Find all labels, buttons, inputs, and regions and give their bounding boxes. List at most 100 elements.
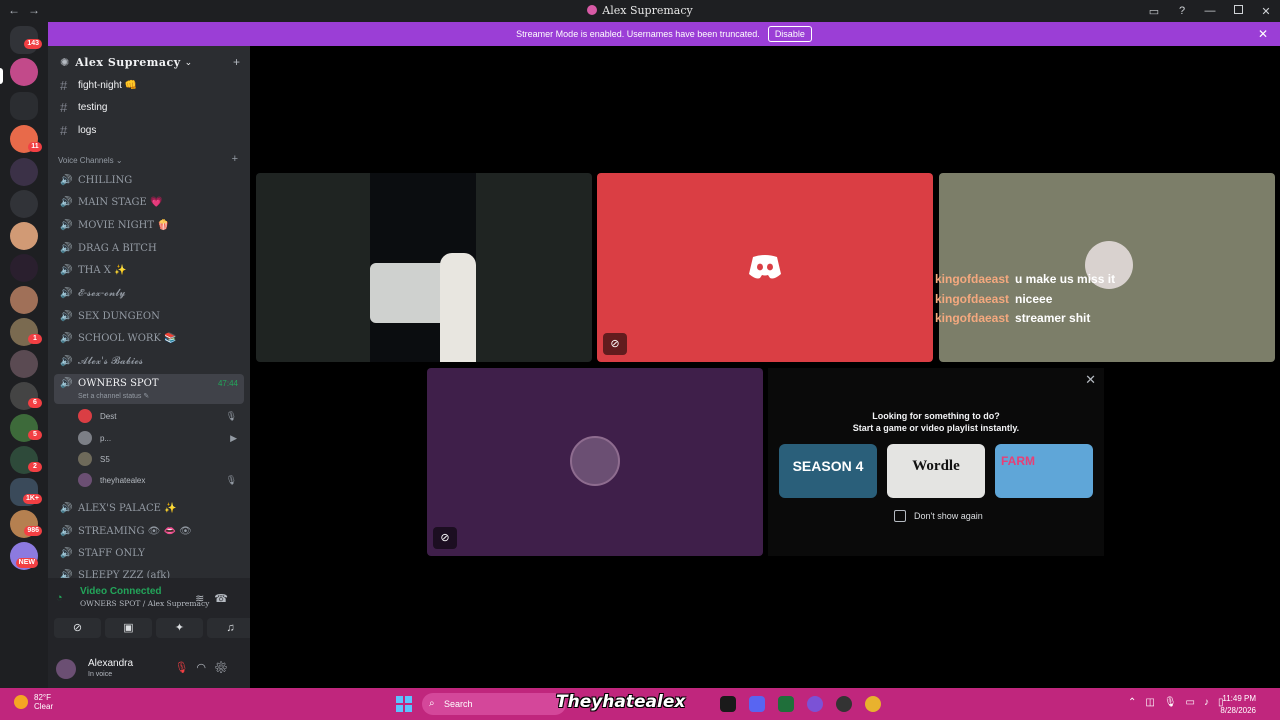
- mic-icon[interactable]: 🎙: [1164, 697, 1186, 708]
- close-icon[interactable]: ✕: [1085, 372, 1096, 388]
- folder-icon[interactable]: [10, 92, 38, 120]
- volume-icon[interactable]: ♪: [1204, 697, 1218, 708]
- app-icon[interactable]: [807, 696, 823, 712]
- discord-icon[interactable]: [749, 696, 765, 712]
- call-timer: 47:44: [217, 379, 238, 388]
- user-panel: Alexandra In voice 🎙◠⚙: [48, 650, 250, 688]
- share-screen-button[interactable]: ▣: [105, 618, 152, 638]
- noise-suppression-icon[interactable]: ≋: [195, 593, 214, 605]
- voice-channel[interactable]: 🔊 THA X ✨: [54, 260, 244, 280]
- add-channel-icon[interactable]: +: [232, 153, 238, 165]
- hash-icon: #: [60, 99, 68, 115]
- excel-icon[interactable]: [778, 696, 794, 712]
- channel-testing[interactable]: # testing: [54, 97, 244, 117]
- voice-channel[interactable]: 🔊 𝓔-𝓼𝓮𝔁-𝓸𝓷𝓵𝔂: [54, 283, 244, 303]
- video-tile-dest[interactable]: ⊘: [597, 173, 933, 362]
- server-icon[interactable]: [10, 190, 38, 218]
- voice-member[interactable]: Dest 🎙: [78, 407, 243, 425]
- voice-status-subtitle[interactable]: OWNERS SPOT / Alex Supremacy: [80, 599, 209, 608]
- voice-channel[interactable]: 🔊 SEX DUNGEON: [54, 306, 244, 326]
- channel-label: logs: [78, 124, 97, 136]
- server-icon[interactable]: [10, 350, 38, 378]
- avatar: [78, 409, 92, 423]
- headphones-icon[interactable]: ◠: [196, 662, 214, 674]
- member-name: Dest: [100, 411, 117, 421]
- chrome-icon[interactable]: [865, 696, 881, 712]
- voice-channel[interactable]: 🔊 ALEX'S PALACE ✨: [54, 498, 244, 518]
- checkbox[interactable]: [894, 510, 906, 522]
- voice-channel-owners-spot[interactable]: 🔊 OWNERS SPOT 47:44 Set a channel status…: [54, 374, 244, 404]
- voice-member[interactable]: p... ▶: [78, 429, 243, 447]
- display-icon[interactable]: ▭: [1186, 697, 1204, 708]
- chat-text: u make us miss it: [1015, 272, 1116, 286]
- gear-icon[interactable]: ⚙: [214, 662, 236, 674]
- activity-card-battlefield[interactable]: SEASON 4: [779, 444, 877, 498]
- server-icon[interactable]: [10, 286, 38, 314]
- voice-status-title[interactable]: Video Connected: [80, 586, 209, 597]
- video-tile-camera[interactable]: [256, 173, 592, 362]
- voice-channel[interactable]: 🔊 MOVIE NIGHT 🍿: [54, 215, 244, 235]
- streamer-mode-banner: Streamer Mode is enabled. Usernames have…: [48, 22, 1280, 46]
- clock[interactable]: 11:49 PM 8/28/2026: [1220, 693, 1256, 717]
- set-status-link[interactable]: Set a channel status ✎: [78, 392, 149, 400]
- chat-overlay: kingofdaeast u make us miss it kingofdaea…: [935, 272, 1115, 331]
- maximize-button[interactable]: [1224, 5, 1252, 17]
- weather-temp: 82°F: [34, 693, 51, 702]
- voice-member[interactable]: S5: [78, 450, 243, 468]
- hash-icon: #: [60, 77, 68, 93]
- video-tile-theyhatealex[interactable]: [939, 173, 1275, 362]
- disconnect-icon[interactable]: ☎: [214, 593, 238, 605]
- server-icon[interactable]: [10, 158, 38, 186]
- avatar: [78, 431, 92, 445]
- activities-button[interactable]: ✦: [156, 618, 203, 638]
- server-badge: 1K+: [22, 494, 42, 504]
- voice-channel[interactable]: 🔊 STREAMING 👁 👄 👁: [54, 521, 244, 541]
- server-rail: 143 11 1 6 5 2 1K+ 986 NEW: [0, 22, 48, 688]
- dont-show-again[interactable]: Don't show again: [894, 510, 983, 522]
- weather-widget[interactable]: 82°F Clear: [14, 693, 53, 711]
- server-icon[interactable]: [10, 254, 38, 282]
- voice-channel[interactable]: 🔊 STAFF ONLY: [54, 543, 244, 563]
- help-icon[interactable]: ?: [1168, 5, 1196, 17]
- speaker-icon: 🔊: [60, 378, 73, 389]
- voice-channel[interactable]: 🔊 CHILLING: [54, 170, 244, 190]
- start-icon[interactable]: [396, 696, 412, 712]
- server-icon[interactable]: [10, 222, 38, 250]
- taskbar-search[interactable]: ⌕ Search: [422, 693, 566, 715]
- channel-logs[interactable]: # logs: [54, 120, 244, 140]
- add-member-icon[interactable]: +: [233, 55, 240, 69]
- activity-card-wordle[interactable]: Wordle: [887, 444, 985, 498]
- mic-muted-icon[interactable]: 🎙: [174, 662, 196, 674]
- epic-games-icon[interactable]: [720, 696, 736, 712]
- channel-fight-night[interactable]: # fight-night 👊: [54, 75, 244, 95]
- user-controls: 🎙◠⚙: [174, 661, 236, 674]
- network-icon[interactable]: ◫: [1145, 697, 1163, 708]
- window-controls: ▭ ? — ✕: [1140, 0, 1280, 22]
- voice-member[interactable]: theyhatealex 🎙: [78, 471, 243, 489]
- channel-label: DRAG A BITCH: [78, 242, 157, 254]
- avatar[interactable]: [56, 659, 76, 679]
- voice-category[interactable]: Voice Channels ⌄: [58, 156, 123, 165]
- close-icon[interactable]: ✕: [1258, 27, 1268, 41]
- server-badge: 6: [28, 398, 42, 408]
- voice-channel[interactable]: 🔊 MAIN STAGE 💗: [54, 192, 244, 212]
- minimize-button[interactable]: —: [1196, 5, 1224, 17]
- game-title: FARM: [1001, 454, 1035, 468]
- video-tile-alexandra[interactable]: ⊘: [427, 368, 763, 556]
- activity-card-farm[interactable]: FARM: [995, 444, 1093, 498]
- voice-channel[interactable]: 🔊 𝓐𝓵𝓮𝔁'𝓼 𝓑𝓪𝓫𝓲𝓮𝓼: [54, 351, 244, 371]
- guild-header[interactable]: ✺ Alex Supremacy ⌄ +: [48, 46, 250, 78]
- disable-button[interactable]: Disable: [767, 26, 812, 42]
- camera-off-button[interactable]: ⊘: [54, 618, 101, 638]
- user-name[interactable]: Alexandra: [88, 658, 133, 669]
- server-icon[interactable]: [10, 58, 38, 86]
- close-window-button[interactable]: ✕: [1252, 5, 1280, 18]
- soundboard-button[interactable]: ♫: [207, 618, 250, 638]
- app-icon[interactable]: [836, 696, 852, 712]
- voice-channel[interactable]: 🔊 DRAG A BITCH: [54, 238, 244, 258]
- new-badge: NEW: [15, 558, 38, 568]
- voice-channel[interactable]: 🔊 SCHOOL WORK 📚: [54, 328, 244, 348]
- inbox-icon[interactable]: ▭: [1140, 5, 1168, 18]
- chevron-up-icon[interactable]: ⌃: [1128, 697, 1145, 708]
- game-title: Wordle: [912, 458, 960, 474]
